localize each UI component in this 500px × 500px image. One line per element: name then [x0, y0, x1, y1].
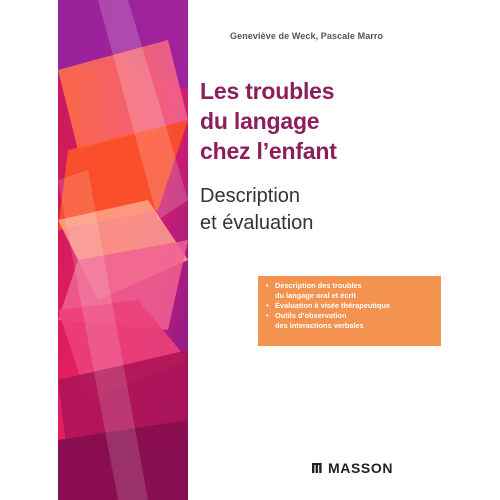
- feature-item: • Description des troubles du langage or…: [266, 281, 437, 301]
- subtitle-line: Description: [200, 185, 301, 207]
- feature-line: Évaluation à visée thérapeutique: [275, 301, 391, 310]
- cover-artwork: [58, 0, 188, 500]
- feature-line: Outils d’observation: [275, 311, 347, 320]
- bullet-icon: •: [266, 311, 269, 320]
- book-title: Les troubles du langage chez l’enfant: [200, 76, 440, 166]
- feature-line: du langage oral et écrit: [275, 291, 356, 300]
- authors: Geneviève de Weck, Pascale Marro: [230, 31, 384, 41]
- subtitle-line: et évaluation: [200, 212, 314, 234]
- book-cover: Geneviève de Weck, Pascale Marro Les tro…: [0, 0, 500, 500]
- feature-line: Description des troubles: [275, 281, 362, 290]
- title-line: du langage: [200, 108, 320, 134]
- feature-item: • Évaluation à visée thérapeutique: [266, 301, 437, 311]
- feature-item: • Outils d’observation des interactions …: [266, 311, 437, 331]
- bullet-icon: •: [266, 281, 269, 290]
- feature-line: des interactions verbales: [275, 321, 364, 330]
- book-subtitle: Description et évaluation: [200, 183, 440, 237]
- feature-box: • Description des troubles du langage or…: [258, 276, 441, 346]
- masson-logo-icon: [312, 462, 324, 474]
- publisher-name: MASSON: [328, 460, 394, 476]
- title-line: chez l’enfant: [200, 138, 337, 164]
- abstract-artwork-image: [58, 0, 188, 500]
- title-line: Les troubles: [200, 78, 335, 104]
- publisher: MASSON: [312, 460, 393, 476]
- bullet-icon: •: [266, 301, 269, 310]
